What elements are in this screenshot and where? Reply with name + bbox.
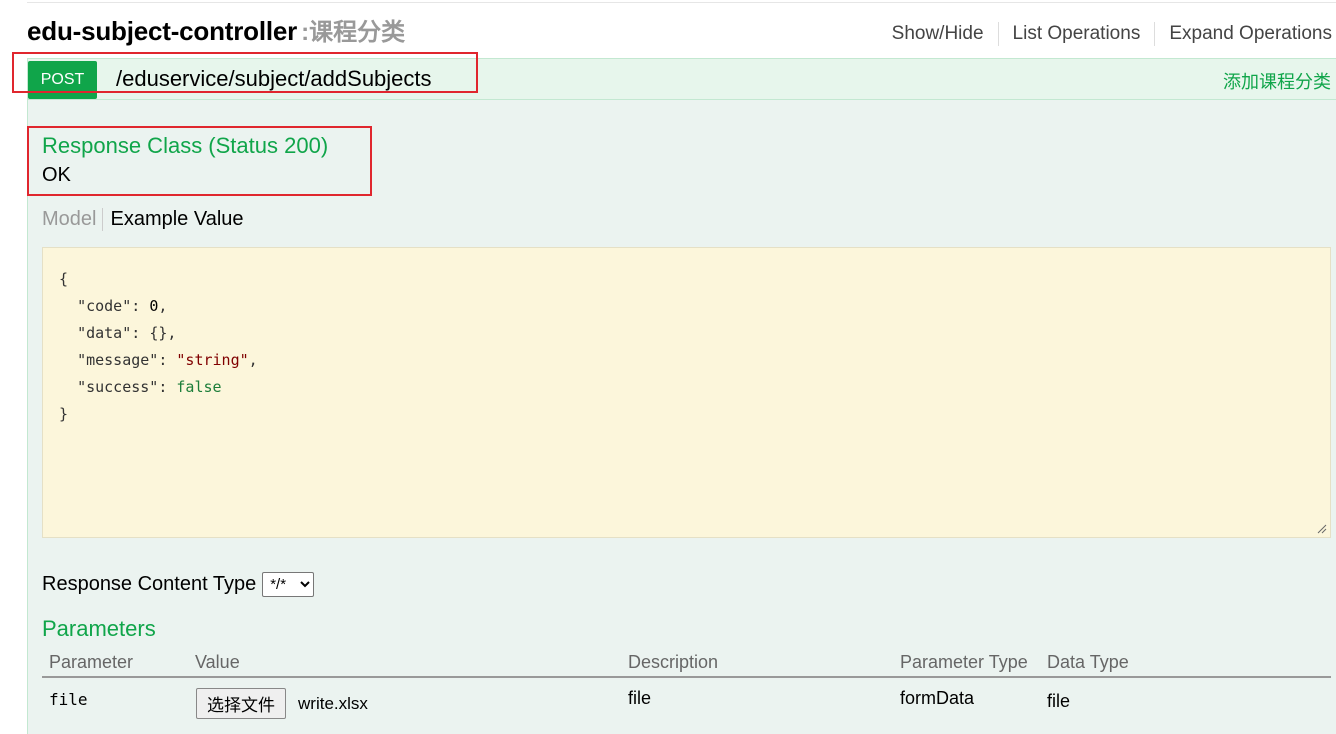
operation-path[interactable]: /eduservice/subject/addSubjects (116, 66, 432, 92)
param-description: file (628, 688, 652, 708)
code-line: } (59, 405, 69, 423)
resize-grip-icon[interactable] (1317, 524, 1327, 534)
tab-model[interactable]: Model (42, 208, 104, 231)
table-row: file 选择文件 write.xlsx file formData file (42, 650, 1331, 719)
code-line: "message": "string", (77, 351, 258, 369)
response-class-title: Response Class (Status 200) (42, 133, 329, 158)
code-line: "data": {}, (77, 324, 177, 342)
controller-heading[interactable]: edu-subject-controller:课程分类 (27, 12, 405, 52)
expand-operations-link[interactable]: Expand Operations (1154, 22, 1332, 46)
selected-file-name: write.xlsx (298, 694, 368, 713)
code-line: { (59, 270, 69, 288)
show-hide-link[interactable]: Show/Hide (878, 22, 998, 46)
controller-description: 课程分类 (309, 19, 406, 46)
response-content-type: Response Content Type */* (42, 572, 315, 597)
signature-tabs: Model Example Value (42, 208, 244, 231)
param-type: formData (900, 688, 975, 708)
code-line: "success": false (77, 378, 222, 396)
controller-name[interactable]: edu-subject-controller (27, 16, 297, 46)
http-method-badge[interactable]: POST (28, 61, 97, 99)
controller-separator: : (301, 19, 310, 46)
code-line: "code": 0, (77, 297, 168, 315)
response-content-type-label: Response Content Type (42, 573, 257, 595)
list-operations-link[interactable]: List Operations (997, 22, 1155, 46)
parameters-table: Parameter Value Description Parameter Ty… (42, 650, 1331, 719)
response-status-text: OK (42, 164, 71, 186)
example-value-code[interactable]: { "code": 0, "data": {}, "message": "str… (42, 247, 1331, 538)
parameters-title: Parameters (42, 616, 156, 641)
param-data-type: file (1047, 691, 1071, 711)
choose-file-button[interactable]: 选择文件 (196, 688, 286, 719)
tab-example-value[interactable]: Example Value (103, 208, 243, 231)
response-content-type-select[interactable]: */* (262, 572, 315, 597)
operation-summary[interactable]: 添加课程分类 (1223, 68, 1331, 94)
top-divider (27, 2, 1336, 3)
controller-actions: Show/Hide List Operations Expand Operati… (878, 22, 1332, 46)
param-name: file (49, 690, 88, 709)
